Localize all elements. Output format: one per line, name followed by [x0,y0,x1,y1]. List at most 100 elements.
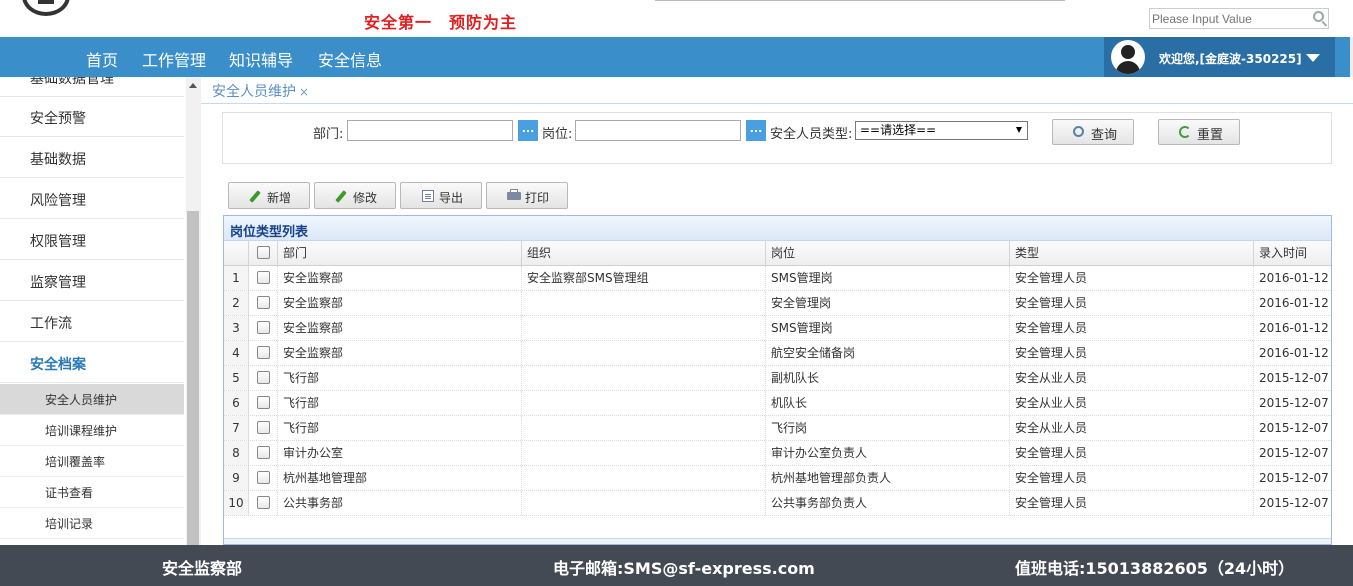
chevron-down-icon[interactable] [1016,127,1022,133]
sidebar-subitem-label: 证书查看 [45,486,94,500]
search-input[interactable] [1150,9,1302,28]
cell-checkbox [249,366,278,390]
header-select-all[interactable] [249,241,278,266]
sidebar-subitem-safety-personnel[interactable]: 安全人员维护 [0,384,184,415]
cell-entry-time: 2016-01-12 1 [1254,266,1331,290]
sidebar-subitem-certificates[interactable]: 证书查看 [0,477,184,508]
welcome-text: 欢迎您,[金庭波-350225] [1159,52,1302,66]
post-picker-button[interactable]: ... [746,120,766,141]
cell-dept: 飞行部 [278,416,522,440]
tab-safety-personnel[interactable]: 安全人员维护 × [212,81,309,101]
table-row[interactable]: 4 安全监察部 航空安全储备岗安全管理人员2016-01-12 1 [224,341,1331,366]
dept-picker-button[interactable]: ... [518,120,538,141]
close-icon[interactable]: × [299,85,309,99]
cell-entry-time: 2015-12-07 0 [1254,441,1331,465]
table-row[interactable]: 6 飞行部 机队长安全从业人员2015-12-07 0 [224,391,1331,416]
select-value: ==请选择== [860,123,937,137]
row-checkbox[interactable] [257,421,270,434]
cell-checkbox [249,316,278,340]
table-row[interactable]: 9 杭州基地管理部 杭州基地管理部负责人安全管理人员2015-12-07 0 [224,466,1331,491]
sidebar-item-safety-archive[interactable]: 安全档案 [0,343,184,383]
cell-dept: 杭州基地管理部 [278,466,522,490]
row-number: 9 [224,466,249,490]
table-row[interactable]: 8 审计办公室 审计办公室负责人安全管理人员2015-12-07 0 [224,441,1331,466]
print-button-label: 打印 [525,191,550,205]
edit-button-label: 修改 [353,191,378,205]
sidebar-subitem-training-coverage[interactable]: 培训覆盖率 [0,446,184,477]
edit-button[interactable]: 修改 [314,182,396,209]
nav-knowledge[interactable]: 知识辅导 [229,47,293,71]
sidebar-item-workflow[interactable]: 工作流 [0,302,184,342]
cell-org [522,391,766,415]
row-checkbox[interactable] [257,346,270,359]
row-checkbox[interactable] [257,296,270,309]
row-checkbox[interactable] [257,396,270,409]
user-menu[interactable]: 欢迎您,[金庭波-350225] [1104,37,1335,77]
cell-checkbox [249,491,278,515]
header-entry-time[interactable]: 录入时间 [1254,241,1331,266]
grid-title-bar: 岗位类型列表 [224,216,1331,241]
cell-dept: 飞行部 [278,366,522,390]
tab-bar [201,77,1353,104]
reset-button[interactable]: 重置 [1158,119,1240,145]
row-checkbox[interactable] [257,496,270,509]
table-row[interactable]: 7 飞行部 飞行岗安全从业人员2015-12-07 0 [224,416,1331,441]
query-button[interactable]: 查询 [1052,119,1134,145]
row-checkbox[interactable] [257,271,270,284]
personnel-type-select[interactable]: ==请选择== [855,121,1028,140]
row-checkbox[interactable] [257,371,270,384]
sidebar-item-inspection-management[interactable]: 监察管理 [0,261,184,301]
header-type[interactable]: 类型 [1010,241,1254,266]
table-row[interactable]: 1 安全监察部 安全监察部SMS管理组 SMS管理岗 安全管理人员 2016-01-12 … [224,266,1331,291]
sidebar-item-basic-data[interactable]: 基础数据 [0,138,184,178]
row-number: 6 [224,391,249,415]
table-row[interactable]: 5 飞行部 副机队长安全从业人员2015-12-07 0 [224,366,1331,391]
nav-home[interactable]: 首页 [86,47,118,71]
dept-field[interactable] [347,120,513,141]
chevron-down-icon[interactable] [1306,54,1320,62]
add-button-label: 新增 [267,191,292,205]
table-row[interactable]: 3 安全监察部 SMS管理岗安全管理人员2016-01-12 1 [224,316,1331,341]
header-org[interactable]: 组织 [522,241,766,266]
cell-type: 安全从业人员 [1010,391,1254,415]
print-button[interactable]: 打印 [486,182,568,209]
add-button[interactable]: 新增 [228,182,310,209]
cell-checkbox [249,291,278,315]
table-row[interactable]: 2 安全监察部 安全管理岗安全管理人员2016-01-12 1 [224,291,1331,316]
header-post[interactable]: 岗位 [766,241,1010,266]
cell-org [522,316,766,340]
global-search[interactable] [1149,8,1329,29]
export-button[interactable]: 导出 [400,182,482,209]
sidebar-scrollbar[interactable] [186,77,201,545]
sidebar-subitem-training-course[interactable]: 培训课程维护 [0,415,184,446]
cell-org [522,491,766,515]
cell-org [522,416,766,440]
row-number: 10 [224,491,249,515]
sidebar-item-basic-data-management[interactable]: 基础数据管理 [0,77,184,97]
sidebar-item-safety-warning[interactable]: 安全预警 [0,97,184,137]
scroll-up-icon[interactable] [189,83,197,88]
footer-dept: 安全监察部 [162,559,243,578]
row-checkbox[interactable] [257,321,270,334]
scrollbar-thumb[interactable] [187,211,199,545]
post-field[interactable] [575,120,741,141]
row-checkbox[interactable] [257,471,270,484]
cell-post: 审计办公室负责人 [766,441,1010,465]
cell-type: 安全管理人员 [1010,291,1254,315]
sidebar-item-permission-management[interactable]: 权限管理 [0,220,184,260]
nav-work-management[interactable]: 工作管理 [142,47,206,71]
sidebar-subitem-training-records[interactable]: 培训记录 [0,508,184,539]
cell-checkbox [249,391,278,415]
row-checkbox[interactable] [257,446,270,459]
search-icon[interactable] [1313,11,1324,22]
row-number: 5 [224,366,249,390]
cell-entry-time: 2016-01-12 1 [1254,316,1331,340]
divider [655,0,1065,1]
nav-safety-info[interactable]: 安全信息 [318,47,382,71]
table-row[interactable]: 10 公共事务部 公共事务部负责人安全管理人员2015-12-07 0 [224,491,1331,516]
cell-entry-time: 2015-12-07 0 [1254,366,1331,390]
header-dept[interactable]: 部门 [278,241,522,266]
cell-type: 安全管理人员 [1010,266,1254,290]
select-all-checkbox[interactable] [257,246,270,259]
sidebar-item-risk-management[interactable]: 风险管理 [0,179,184,219]
